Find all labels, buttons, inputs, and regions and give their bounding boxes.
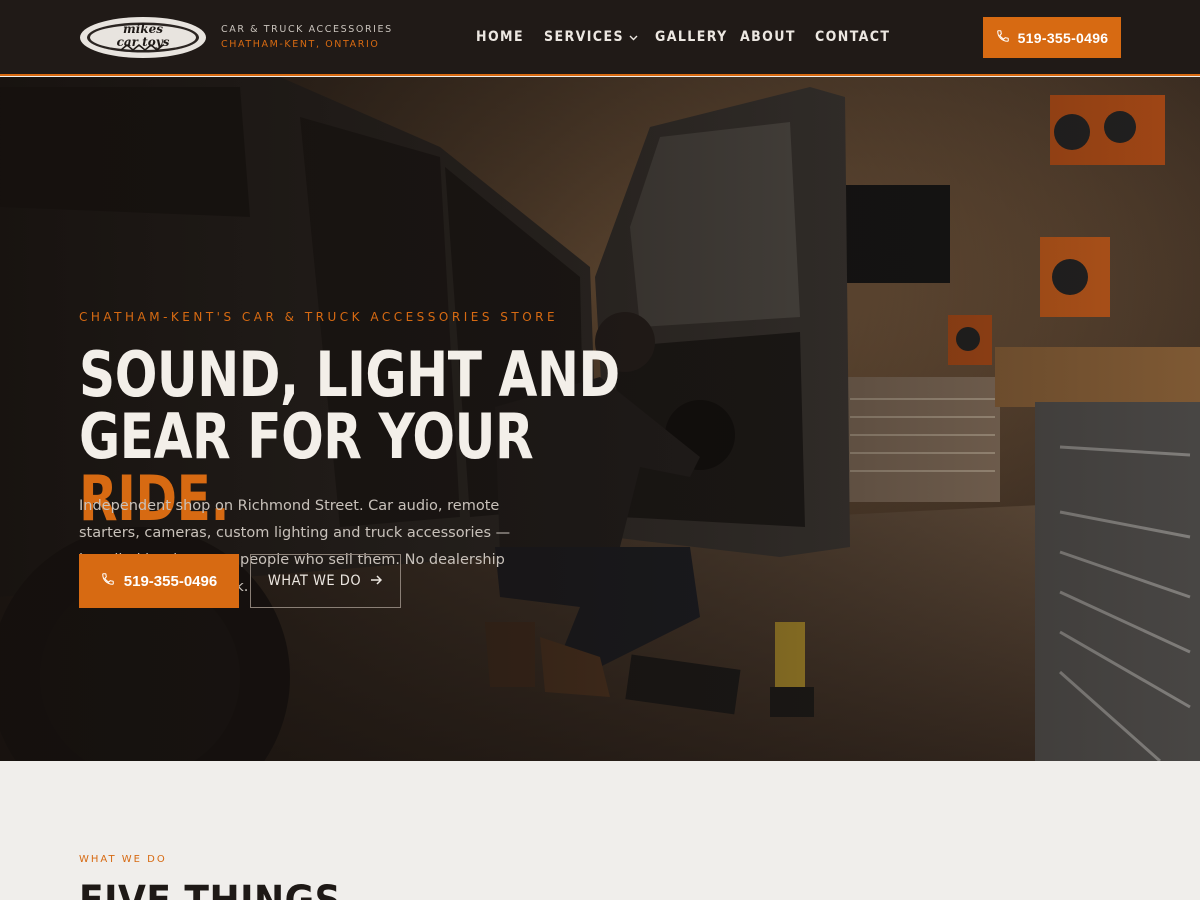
hero-call-label: 519-355-0496 (123, 572, 218, 590)
section-kicker: WHAT WE DO (79, 854, 167, 865)
phone-icon (101, 572, 115, 590)
chevron-down-icon (629, 29, 638, 45)
phone-icon (996, 29, 1010, 46)
site-header: mikes car toys CAR & TRUCK ACCESSORIES C… (0, 0, 1200, 76)
nav-about[interactable]: ABOUT (740, 29, 796, 45)
nav-gallery[interactable]: GALLERY (655, 29, 728, 45)
logo[interactable]: mikes car toys (79, 16, 207, 59)
nav-contact[interactable]: CONTACT (815, 29, 890, 45)
hero-call-button[interactable]: 519-355-0496 (79, 554, 239, 608)
header-call-button[interactable]: 519-355-0496 (983, 17, 1121, 58)
section-title: FIVE THINGS (79, 878, 341, 900)
arrow-right-icon (371, 573, 383, 589)
brand-tagline: CAR & TRUCK ACCESSORIES (221, 24, 393, 35)
hero: CHATHAM-KENT'S CAR & TRUCK ACCESSORIES S… (0, 77, 1200, 761)
hero-kicker: CHATHAM-KENT'S CAR & TRUCK ACCESSORIES S… (79, 310, 559, 324)
logo-badge: mikes car toys (80, 17, 206, 58)
brand-location: CHATHAM-KENT, ONTARIO (221, 39, 380, 50)
logo-text: CAR & TRUCK ACCESSORIES CHATHAM-KENT, ON… (221, 24, 393, 50)
what-we-do-button[interactable]: WHAT WE DO (250, 554, 401, 608)
nav-services[interactable]: SERVICES (544, 29, 638, 45)
what-we-do-label: WHAT WE DO (267, 573, 362, 589)
header-phone-label: 519-355-0496 (1017, 29, 1109, 46)
nav-home[interactable]: HOME (476, 29, 524, 45)
nav-services-label: SERVICES (544, 29, 624, 45)
svg-text:mikes: mikes (123, 22, 163, 36)
